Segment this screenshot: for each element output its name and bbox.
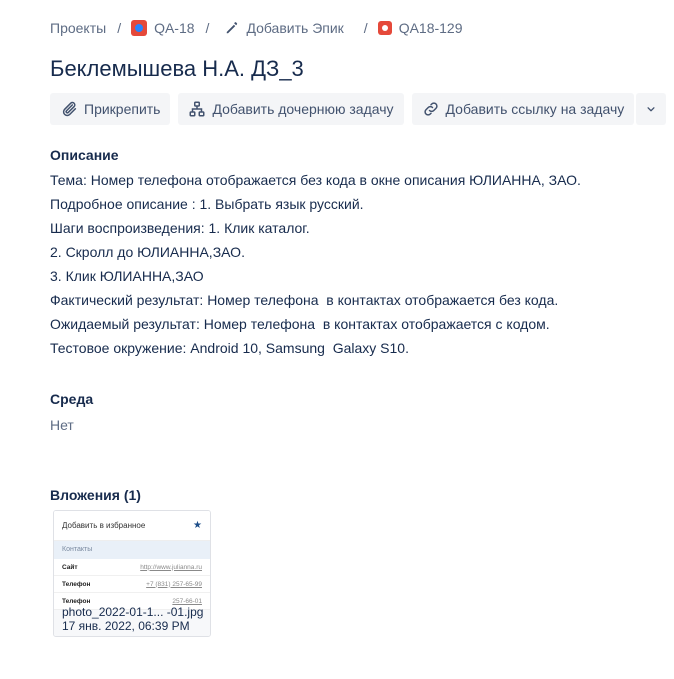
thumb-row-value: http://www.julianna.ru [140, 563, 202, 571]
breadcrumb-project-label[interactable]: QA-18 [154, 20, 194, 36]
attach-button-label[interactable]: Прикрепить [84, 101, 160, 117]
description-line: Шаги воспроизведения: 1. Клик каталог. [50, 220, 310, 236]
thumb-row-key: Сайт [62, 563, 78, 571]
attach-button[interactable]: Прикрепить [50, 93, 171, 125]
breadcrumb-separator: / [205, 20, 210, 36]
environment-heading: Среда [50, 391, 94, 407]
description-line: Подробное описание : 1. Выбрать язык рус… [50, 196, 364, 212]
thumb-row: Сайт http://www.julianna.ru [54, 559, 210, 576]
attachment-info: photo_2022-01-1... -01.jpg 17 янв. 2022,… [62, 605, 203, 633]
thumb-row-key: Телефон [62, 580, 91, 588]
paperclip-icon [62, 101, 77, 117]
breadcrumb-projects[interactable]: Проекты [50, 20, 106, 36]
breadcrumb-issue[interactable]: QA18-129 [377, 20, 463, 36]
link-button-group: Добавить ссылку на задачу [411, 93, 667, 125]
description-line: 3. Клик ЮЛИАННА,ЗАО [50, 268, 204, 284]
add-child-task-label[interactable]: Добавить дочернюю задачу [212, 101, 393, 117]
chevron-down-icon [647, 107, 655, 112]
thumb-header-text: Добавить в избранное [62, 521, 146, 530]
attachment-filename: photo_2022-01-1... -01.jpg [62, 605, 204, 619]
environment-value[interactable]: Нет [50, 417, 74, 433]
description-line: Фактический результат: Номер телефона в … [50, 292, 559, 308]
issue-toolbar: Прикрепить Добавить дочернюю задачу Доба… [50, 93, 667, 125]
add-issue-link-label[interactable]: Добавить ссылку на задачу [446, 101, 625, 117]
thumb-row-value: 257-66-01 [172, 597, 202, 605]
breadcrumb-separator: / [363, 20, 368, 36]
thumb-row: Телефон +7 (831) 257-65-99 [54, 576, 210, 593]
project-avatar-icon [131, 20, 148, 36]
attachments-heading: Вложения (1) [50, 487, 141, 503]
thumb-header: Добавить в избранное ★ [54, 511, 210, 541]
add-child-task-button[interactable]: Добавить дочернюю задачу [178, 93, 404, 125]
description-body[interactable]: Тема: Номер телефона отображается без ко… [50, 168, 581, 360]
description-heading: Описание [50, 147, 119, 163]
attachment-date: 17 янв. 2022, 06:39 PM [62, 619, 190, 633]
issue-title[interactable]: Беклемышева Н.А. ДЗ_3 [50, 56, 304, 82]
more-options-button[interactable] [636, 93, 667, 125]
thumb-row-key: Телефон [62, 597, 91, 605]
description-line: 2. Скролл до ЮЛИАННА,ЗАО. [50, 244, 245, 260]
breadcrumb-epic-label[interactable]: Добавить Эпик [246, 20, 343, 36]
bug-issue-icon [377, 21, 392, 35]
thumb-section: Контакты [54, 541, 210, 559]
breadcrumb-project[interactable]: QA-18 [131, 20, 195, 36]
breadcrumb-issue-label[interactable]: QA18-129 [399, 20, 463, 36]
thumb-row-value: +7 (831) 257-65-99 [146, 580, 202, 588]
description-line: Тема: Номер телефона отображается без ко… [50, 172, 581, 188]
attachment-card[interactable]: Добавить в избранное ★ Контакты Сайт htt… [53, 510, 211, 637]
description-line: Ожидаемый результат: Номер телефона в ко… [50, 316, 550, 332]
breadcrumb-add-epic[interactable]: Добавить Эпик [225, 20, 344, 36]
hierarchy-icon [189, 101, 205, 117]
add-issue-link-button[interactable]: Добавить ссылку на задачу [411, 93, 635, 125]
link-icon [423, 102, 438, 116]
description-line: Тестовое окружение: Android 10, Samsung … [50, 340, 409, 356]
pencil-icon [227, 22, 238, 34]
breadcrumb-separator: / [117, 20, 122, 36]
breadcrumb: Проекты / QA-18 / Добавить Эпик / QA18-1… [50, 18, 463, 38]
breadcrumb-projects-label[interactable]: Проекты [50, 20, 106, 36]
star-icon: ★ [193, 520, 202, 531]
